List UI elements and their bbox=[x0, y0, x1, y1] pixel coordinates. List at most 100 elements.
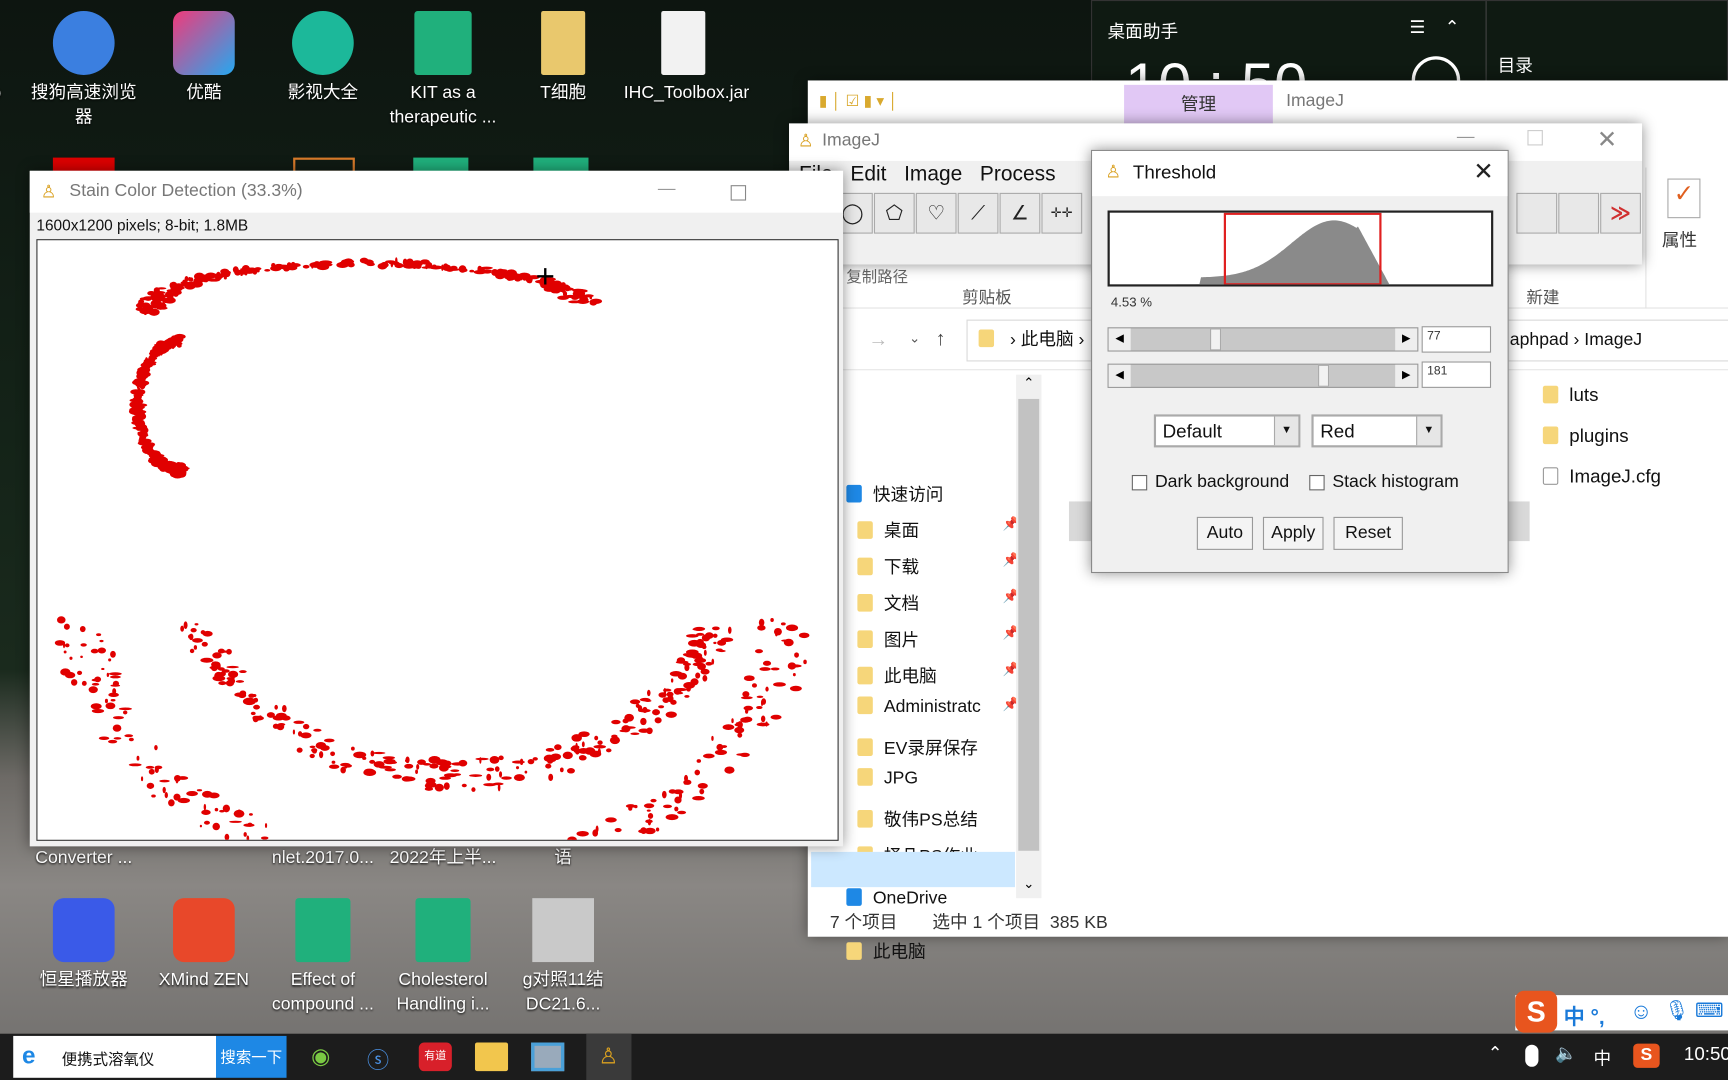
desktop-icon-sogou-browser[interactable]: 搜狗高速浏览器 bbox=[24, 11, 143, 130]
quick-access-toolbar[interactable]: ▮ │ ☑ ▮ ▾ │ bbox=[819, 91, 898, 110]
input-language-indicator[interactable]: 中 bbox=[1594, 1044, 1612, 1070]
taskbar-youdao-icon[interactable]: 有道 bbox=[418, 1042, 452, 1072]
desktop-icon-pdf-kit[interactable]: KIT as a therapeutic ... bbox=[384, 11, 503, 130]
menu-edit[interactable]: Edit bbox=[850, 163, 886, 186]
breadcrumb-item[interactable]: aphpad bbox=[1510, 331, 1569, 350]
lower-threshold-slider[interactable]: ◀ ▶ bbox=[1107, 327, 1419, 352]
sogou-ime-icon[interactable]: S bbox=[1515, 990, 1558, 1033]
ime-toolbar[interactable]: S 中 °, ☺ 🎙 ⌨ bbox=[1515, 990, 1728, 1033]
method-select[interactable]: Default ▼ bbox=[1153, 414, 1301, 448]
nav-item[interactable]: 敬伟PS总结 bbox=[857, 804, 978, 830]
upper-threshold-slider[interactable]: ◀ ▶ bbox=[1107, 363, 1419, 388]
tray-overflow-icon[interactable]: ⌃ bbox=[1488, 1043, 1503, 1065]
close-button[interactable]: ✕ bbox=[1597, 126, 1617, 155]
menu-process[interactable]: Process bbox=[980, 163, 1056, 186]
auto-button[interactable]: Auto bbox=[1196, 516, 1254, 550]
microphone-icon[interactable]: 🎙 bbox=[1664, 1000, 1689, 1023]
slider-left-arrow[interactable]: ◀ bbox=[1108, 364, 1131, 387]
lower-threshold-field[interactable]: 77 bbox=[1421, 326, 1492, 353]
desktop-icon-xmind[interactable]: XMind ZEN bbox=[144, 898, 263, 993]
nav-item[interactable]: 下载 📌 bbox=[857, 552, 1019, 578]
scroll-up-arrow[interactable]: ⌃ bbox=[1016, 375, 1041, 397]
taskbar-file-explorer-icon[interactable] bbox=[474, 1042, 509, 1072]
desktop-icon-pdf-effect[interactable]: Effect of compound ... bbox=[263, 898, 382, 1017]
minimize-button[interactable]: — bbox=[658, 180, 676, 200]
file-item-plugins[interactable]: plugins bbox=[1542, 425, 1629, 447]
recent-dropdown[interactable]: ⌄ bbox=[909, 331, 920, 346]
upper-threshold-field[interactable]: 181 bbox=[1421, 361, 1492, 388]
forward-button[interactable]: → bbox=[868, 328, 888, 351]
search-box[interactable]: e 便携式溶氧仪 bbox=[13, 1035, 216, 1078]
taskbar-sogou-browser-icon[interactable]: ⓢ bbox=[361, 1043, 394, 1073]
scroll-thumb[interactable] bbox=[1018, 398, 1040, 851]
desktop-icon-video[interactable]: 影视大全 bbox=[263, 11, 382, 106]
ime-mode[interactable]: 中 °, bbox=[1564, 1001, 1605, 1031]
keyboard-icon[interactable]: ⌨ bbox=[1695, 1000, 1724, 1023]
collapse-icon[interactable]: ⌃ bbox=[1445, 17, 1460, 39]
stack-histogram-checkbox[interactable] bbox=[1309, 474, 1325, 491]
properties-button[interactable]: 属性 bbox=[1662, 225, 1697, 251]
toolbar-slot[interactable] bbox=[1558, 192, 1600, 234]
sogou-tray-icon[interactable]: S bbox=[1633, 1043, 1660, 1068]
desktop-icon-partial[interactable]: nto bbox=[0, 82, 22, 106]
microphone-icon[interactable] bbox=[1525, 1044, 1539, 1067]
search-button[interactable]: 搜索一下 bbox=[215, 1035, 287, 1078]
up-button[interactable]: ↑ bbox=[936, 327, 946, 350]
slider-thumb[interactable] bbox=[1318, 364, 1330, 387]
menu-image[interactable]: Image bbox=[904, 163, 962, 186]
copy-path-button[interactable]: 复制路径 bbox=[846, 266, 908, 288]
file-item-imagej-cfg[interactable]: ImageJ.cfg bbox=[1542, 466, 1661, 488]
freehand-tool[interactable]: ♡ bbox=[915, 192, 957, 234]
slider-right-arrow[interactable]: ▶ bbox=[1395, 328, 1418, 351]
minimize-button[interactable]: — bbox=[1457, 128, 1475, 148]
nav-item[interactable]: 此电脑 📌 bbox=[857, 661, 1019, 687]
toolbar-slot[interactable] bbox=[1516, 192, 1558, 234]
nav-item[interactable]: 图片 📌 bbox=[857, 625, 1019, 651]
nav-item[interactable]: Administratc 📌 bbox=[857, 696, 1019, 717]
nav-scrollbar[interactable]: ⌃ ⌄ bbox=[1016, 374, 1042, 899]
slider-left-arrow[interactable]: ◀ bbox=[1108, 328, 1131, 351]
multipoint-tool[interactable]: ✛✛ bbox=[1041, 192, 1083, 234]
desktop-icon-label[interactable]: nlet.2017.0... bbox=[263, 846, 382, 870]
taskbar-photo-icon[interactable] bbox=[531, 1042, 565, 1072]
angle-tool[interactable]: ∠ bbox=[999, 192, 1041, 234]
tab-manage[interactable]: 管理 bbox=[1124, 84, 1273, 125]
nav-item[interactable]: JPG bbox=[857, 768, 918, 789]
nav-item[interactable]: EV录屏保存 bbox=[857, 733, 978, 759]
breadcrumb-item[interactable]: ImageJ bbox=[1584, 331, 1642, 350]
display-mode-select[interactable]: Red ▼ bbox=[1311, 414, 1443, 448]
line-tool[interactable]: ⟋ bbox=[957, 192, 999, 234]
dark-background-checkbox[interactable] bbox=[1131, 474, 1148, 491]
nav-item[interactable]: 桌面 📌 bbox=[857, 516, 1019, 542]
maximize-button[interactable] bbox=[1527, 130, 1543, 146]
breadcrumb-item[interactable]: 此电脑 bbox=[1021, 331, 1074, 350]
scroll-down-arrow[interactable]: ⌄ bbox=[1016, 876, 1041, 898]
desktop-icon-label[interactable]: Converter ... bbox=[24, 846, 143, 870]
slider-thumb[interactable] bbox=[1210, 328, 1222, 351]
apply-button[interactable]: Apply bbox=[1262, 516, 1324, 550]
desktop-icon-label[interactable]: 2022年上半... bbox=[384, 846, 503, 870]
desktop-icon-t-cell[interactable]: T细胞 bbox=[504, 11, 623, 106]
file-item-luts[interactable]: luts bbox=[1542, 385, 1598, 407]
desktop-icon-youku[interactable]: 优酷 bbox=[144, 11, 263, 106]
more-tools-button[interactable]: ≫ bbox=[1600, 192, 1641, 234]
menu-icon[interactable]: ☰ bbox=[1410, 17, 1426, 39]
slider-right-arrow[interactable]: ▶ bbox=[1395, 364, 1418, 387]
search-input[interactable]: 便携式溶氧仪 bbox=[62, 1048, 155, 1070]
nav-item[interactable]: 文档 📌 bbox=[857, 588, 1019, 614]
thresholded-image-canvas[interactable] bbox=[36, 239, 839, 841]
desktop-icon-player[interactable]: 恒星播放器 bbox=[24, 898, 143, 993]
speaker-icon[interactable]: 🔈 bbox=[1555, 1043, 1577, 1065]
desktop-icon-image[interactable]: g对照11结 DC21.6... bbox=[504, 898, 623, 1017]
taskbar-imagej-icon[interactable]: ♙ bbox=[592, 1043, 625, 1072]
clock[interactable]: 10:50 bbox=[1684, 1044, 1728, 1066]
close-button[interactable]: ✕ bbox=[1473, 158, 1493, 187]
reset-button[interactable]: Reset bbox=[1333, 516, 1403, 550]
nav-item[interactable]: 此电脑 bbox=[846, 937, 926, 963]
desktop-icon-label[interactable]: 语 bbox=[504, 846, 623, 870]
maximize-button[interactable] bbox=[730, 185, 747, 201]
desktop-icon-pdf-cholesterol[interactable]: Cholesterol Handling i... bbox=[384, 898, 503, 1017]
nav-item[interactable]: 快速访问 bbox=[846, 479, 943, 505]
emoji-icon[interactable]: ☺ bbox=[1630, 1000, 1653, 1025]
polygon-tool[interactable]: ⬠ bbox=[873, 192, 915, 234]
